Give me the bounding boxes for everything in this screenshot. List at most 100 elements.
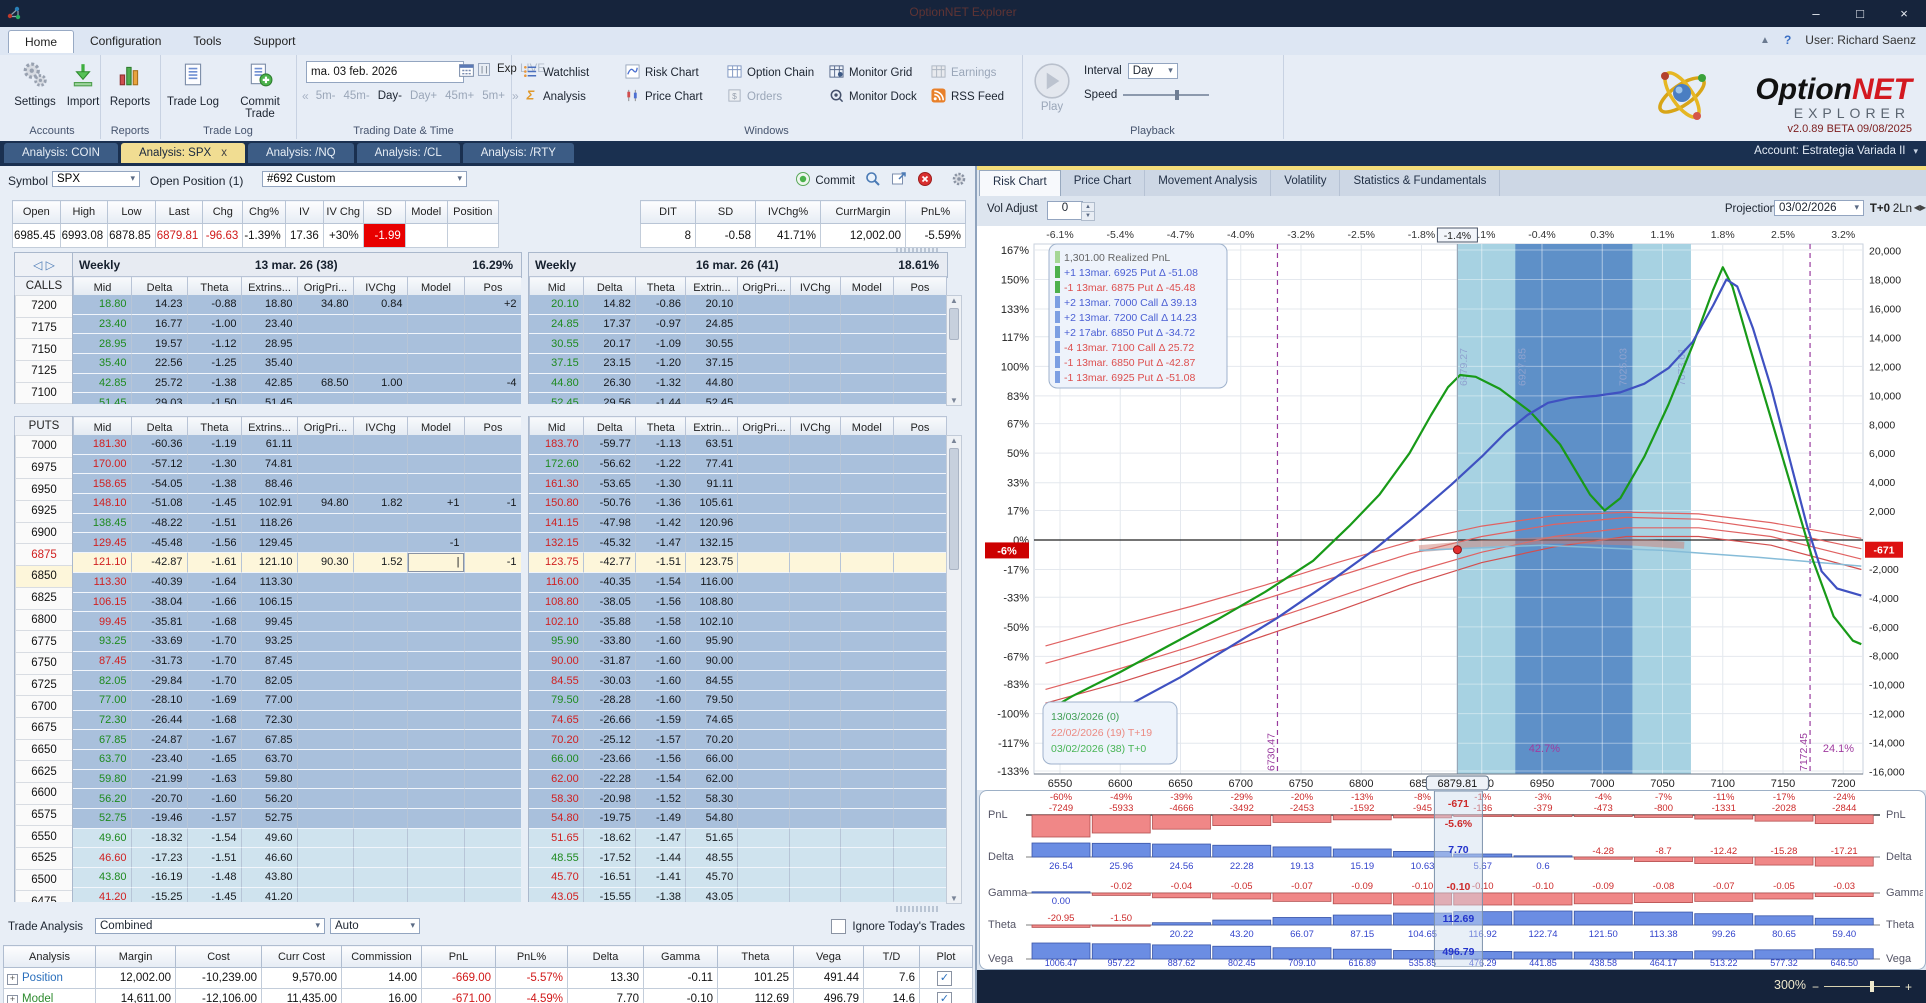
chain-row[interactable]: 63.70 -23.40 -1.65 63.70 <box>73 749 521 770</box>
chain-row[interactable]: 82.05 -29.84 -1.70 82.05 <box>73 670 521 691</box>
chain-row[interactable]: 116.00 -40.35 -1.54 116.00 <box>529 572 947 593</box>
chain-row[interactable]: 58.30 -20.98 -1.52 58.30 <box>529 788 947 810</box>
window-toggle-price-chart[interactable]: Price Chart <box>625 86 723 107</box>
strike-6900[interactable]: 6900 <box>15 521 73 545</box>
reports-button[interactable]: Reports <box>101 59 159 117</box>
chain-row[interactable]: 37.15 23.15 -1.20 37.15 <box>529 353 947 374</box>
chain-row[interactable]: 158.65 -54.05 -1.38 88.46 <box>73 473 521 495</box>
strike-6475[interactable]: 6475 <box>15 890 73 902</box>
minimize-button[interactable]: – <box>1794 0 1838 27</box>
window-toggle-analysis[interactable]: Σ Analysis <box>523 86 621 107</box>
chain-row[interactable]: 141.15 -47.98 -1.42 120.96 <box>529 513 947 534</box>
chain-row[interactable]: 43.80 -16.19 -1.48 43.80 <box>73 867 521 888</box>
chain-row[interactable]: 46.60 -17.23 -1.51 46.60 <box>73 847 521 869</box>
chain-row[interactable]: 23.40 16.77 -1.00 23.40 <box>73 314 521 335</box>
gear-icon[interactable] <box>951 171 967 190</box>
chain-column-header[interactable]: OrigPri... <box>297 276 354 295</box>
chain-row[interactable]: 121.10 -42.87 -1.61 121.10 90.30 1.52 | -1 <box>73 552 521 573</box>
plot-checkbox[interactable]: ✓ <box>937 991 952 1003</box>
strike-7175[interactable]: 7175 <box>15 316 73 340</box>
rewind-icon[interactable]: « <box>302 89 309 103</box>
strike-7125[interactable]: 7125 <box>15 360 73 383</box>
chain-column-header[interactable]: Model <box>407 416 465 435</box>
window-toggle-monitor-grid[interactable]: Monitor Grid <box>829 62 927 83</box>
chain-row[interactable]: 56.20 -20.70 -1.60 56.20 <box>73 788 521 810</box>
tab-analysis-coin[interactable]: Analysis: COIN <box>4 143 118 163</box>
chain-row[interactable]: 67.85 -24.87 -1.67 67.85 <box>73 729 521 750</box>
chain-column-header[interactable]: Delta <box>583 416 637 435</box>
tab-analysis-spx[interactable]: Analysis: SPX x <box>120 143 245 163</box>
speed-slider[interactable] <box>1123 90 1210 100</box>
chain-row[interactable]: 99.45 -35.81 -1.68 99.45 <box>73 611 521 632</box>
window-toggle-monitor-dock[interactable]: Monitor Dock <box>829 86 927 107</box>
chain-column-header[interactable]: Pos <box>464 416 521 435</box>
chain-row[interactable]: 30.55 20.17 -1.09 30.55 <box>529 333 947 355</box>
chain-column-header[interactable]: IVChg <box>353 276 408 295</box>
chain-row[interactable]: 51.65 -18.62 -1.47 51.65 <box>529 828 947 849</box>
puts-scrollbar[interactable]: ▲ ▼ <box>946 435 962 904</box>
chain-column-header[interactable]: Mid <box>73 276 132 295</box>
chain-row[interactable]: 129.45 -45.48 -1.56 129.45 -1 <box>73 532 521 554</box>
tab-analysis-cl[interactable]: Analysis: /CL <box>356 143 460 163</box>
chain-column-header[interactable]: IVChg <box>789 276 841 295</box>
projection-date-select[interactable]: 03/02/2026 ▾ <box>1774 200 1864 216</box>
help-icon[interactable]: ? <box>1784 33 1791 47</box>
strike-6750[interactable]: 6750 <box>15 651 73 675</box>
menu-tools[interactable]: Tools <box>177 30 237 53</box>
chain-column-header[interactable]: Extrin... <box>685 416 739 435</box>
time-toggle-button[interactable]: | | <box>478 63 491 76</box>
tab-volatility[interactable]: Volatility <box>1271 170 1341 196</box>
chain-row[interactable]: 42.85 25.72 -1.38 42.85 68.50 1.00 -4 <box>73 373 521 394</box>
close-button[interactable]: × <box>1882 0 1926 27</box>
step-5m-[interactable]: 5m- <box>316 90 336 102</box>
strike-6850[interactable]: 6850 <box>15 565 73 588</box>
chain-row[interactable]: 59.80 -21.99 -1.63 59.80 <box>73 769 521 790</box>
chain-column-header[interactable]: Delta <box>583 276 637 295</box>
projection-mode[interactable]: T+0 <box>1870 203 1890 215</box>
chain-column-header[interactable]: OrigPri... <box>737 416 791 435</box>
chain-row[interactable]: 18.80 14.23 -0.88 18.80 34.80 0.84 +2 <box>73 295 521 315</box>
chain-row[interactable]: 138.45 -48.22 -1.51 118.26 <box>73 513 521 534</box>
export-icon[interactable] <box>891 171 907 190</box>
chain-column-header[interactable]: Model <box>839 276 894 295</box>
strike-6875[interactable]: 6875 <box>15 543 73 567</box>
strike-6525[interactable]: 6525 <box>15 847 73 870</box>
close-position-icon[interactable] <box>917 171 933 190</box>
tab-analysis-nq[interactable]: Analysis: /NQ <box>247 143 354 163</box>
commit-trade-button[interactable]: Commit Trade <box>228 59 292 120</box>
chain-column-header[interactable]: IVChg <box>353 416 408 435</box>
search-icon[interactable] <box>865 171 881 190</box>
calendar-icon[interactable] <box>458 62 475 84</box>
step-5m+[interactable]: 5m+ <box>482 90 505 102</box>
strategy-select[interactable]: #692 Custom ▾ <box>262 171 467 187</box>
chain-row[interactable]: 24.85 17.37 -0.97 24.85 <box>529 314 947 335</box>
menu-home[interactable]: Home <box>8 30 75 53</box>
chain-row[interactable]: 70.20 -25.12 -1.57 70.20 <box>529 729 947 750</box>
chain-row[interactable]: 52.45 29.56 -1.44 52.45 <box>529 392 947 404</box>
chain-row[interactable]: 45.70 -16.51 -1.41 45.70 <box>529 867 947 888</box>
chain-column-header[interactable]: Model <box>839 416 894 435</box>
strike-6825[interactable]: 6825 <box>15 586 73 610</box>
collapse-ribbon-icon[interactable]: ▲ <box>1760 35 1770 46</box>
chain-row[interactable]: 90.00 -31.87 -1.60 90.00 <box>529 651 947 672</box>
chain-row[interactable]: 87.45 -31.73 -1.70 87.45 <box>73 651 521 672</box>
chain-row[interactable]: 183.70 -59.77 -1.13 63.51 <box>529 435 947 455</box>
chain-row[interactable]: 35.40 22.56 -1.25 35.40 <box>73 353 521 374</box>
chain-row[interactable]: 150.80 -50.76 -1.36 105.61 <box>529 493 947 514</box>
strike-7200[interactable]: 7200 <box>15 295 73 318</box>
calls-scrollbar[interactable]: ▲ ▼ <box>946 295 962 406</box>
chain-row[interactable]: 20.10 14.82 -0.86 20.10 <box>529 295 947 315</box>
chain-row[interactable]: 41.20 -15.25 -1.45 41.20 <box>73 887 521 902</box>
chain-row[interactable]: 52.75 -19.46 -1.57 52.75 <box>73 808 521 829</box>
chain-column-header[interactable]: Delta <box>131 276 188 295</box>
chain-row[interactable]: 170.00 -57.12 -1.30 74.81 <box>73 454 521 475</box>
strike-6625[interactable]: 6625 <box>15 760 73 783</box>
analysis-row-position[interactable]: + Position 12,002.00 -10,239.00 9,570.00 14.0… <box>3 967 973 989</box>
chain-row[interactable]: 51.45 29.03 -1.50 51.45 <box>73 392 521 404</box>
chain-row[interactable]: 95.90 -33.80 -1.60 95.90 <box>529 631 947 652</box>
chain-column-header[interactable]: Extrins... <box>241 276 298 295</box>
chain-column-header[interactable]: Mid <box>73 416 132 435</box>
strike-7100[interactable]: 7100 <box>15 381 73 404</box>
strike-6925[interactable]: 6925 <box>15 500 73 523</box>
strike-6700[interactable]: 6700 <box>15 695 73 718</box>
